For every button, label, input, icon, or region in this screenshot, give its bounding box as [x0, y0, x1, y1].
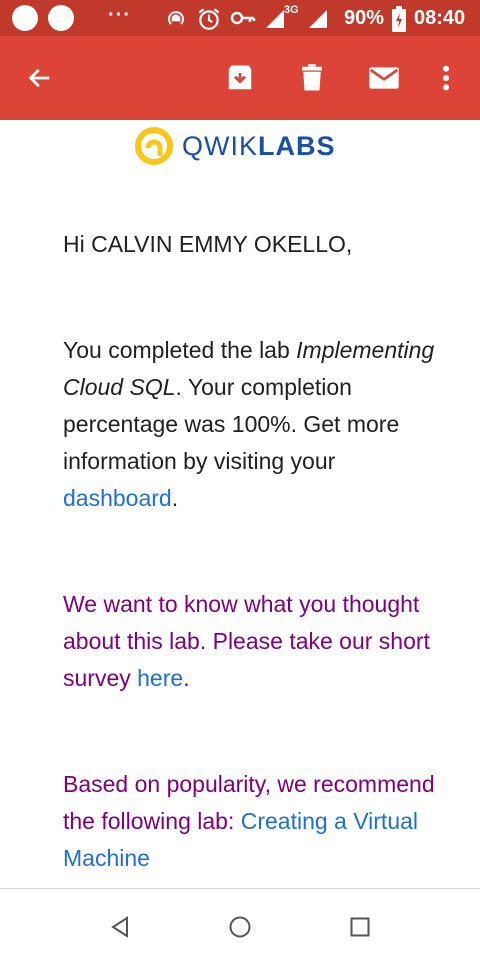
app-bar: [0, 36, 480, 120]
qwiklabs-logo-icon: [135, 127, 173, 165]
nav-recents-button[interactable]: [342, 909, 378, 945]
completion-paragraph: You completed the lab Implementing Cloud…: [63, 332, 443, 517]
nav-home-button[interactable]: [222, 909, 258, 945]
qwiklabs-logo: QWIKLABS: [134, 124, 336, 168]
back-arrow-icon: [28, 68, 50, 88]
period: .: [171, 485, 179, 511]
vpn-key-icon: [230, 11, 256, 25]
archive-icon: [228, 65, 252, 90]
recommend-paragraph: Based on popularity, we recommend the fo…: [63, 766, 443, 877]
back-triangle-icon: [111, 916, 128, 938]
nav-back-button[interactable]: [102, 909, 138, 945]
notification-dot-icon: [12, 5, 38, 31]
logo-wordmark: QWIKLABS: [182, 131, 336, 162]
notification-dot-icon: [48, 5, 74, 31]
signal-strength-icon: [266, 10, 284, 28]
more-vert-icon: [442, 65, 450, 91]
back-button[interactable]: [18, 56, 62, 100]
completion-text: You completed the lab: [63, 337, 290, 363]
home-circle-icon: [229, 916, 251, 938]
survey-link[interactable]: here: [137, 665, 183, 691]
delete-button[interactable]: [290, 56, 334, 100]
survey-text: We want to know what you thought about t…: [63, 591, 430, 691]
mark-unread-icon: [369, 67, 399, 89]
survey-paragraph: We want to know what you thought about t…: [63, 586, 443, 697]
battery-percentage: 90%: [344, 7, 385, 29]
logo-text-light: QWIK: [182, 130, 258, 161]
delete-icon: [302, 64, 322, 91]
recents-square-icon: [350, 917, 370, 937]
status-bar: ··· 3G 90% 08:40: [0, 0, 480, 36]
email-body: QWIKLABS Hi CALVIN EMMY OKELLO, You comp…: [0, 120, 480, 888]
alarm-icon: [198, 8, 220, 30]
greeting: Hi CALVIN EMMY OKELLO,: [63, 231, 353, 257]
dashboard-link[interactable]: dashboard: [63, 485, 172, 511]
archive-button[interactable]: [218, 56, 262, 100]
battery-charging-icon: [392, 6, 406, 32]
hotspot-icon: [168, 11, 184, 25]
mark-unread-button[interactable]: [362, 56, 406, 100]
more-options-button[interactable]: [424, 56, 468, 100]
logo-text-bold: LABS: [258, 130, 336, 161]
period: .: [183, 665, 190, 691]
network-type: 3G: [284, 4, 299, 16]
signal-strength-icon: [309, 10, 327, 28]
more-notifications-indicator: ···: [108, 4, 131, 26]
clock-time: 08:40: [414, 7, 466, 29]
system-navigation-bar: [0, 888, 480, 960]
